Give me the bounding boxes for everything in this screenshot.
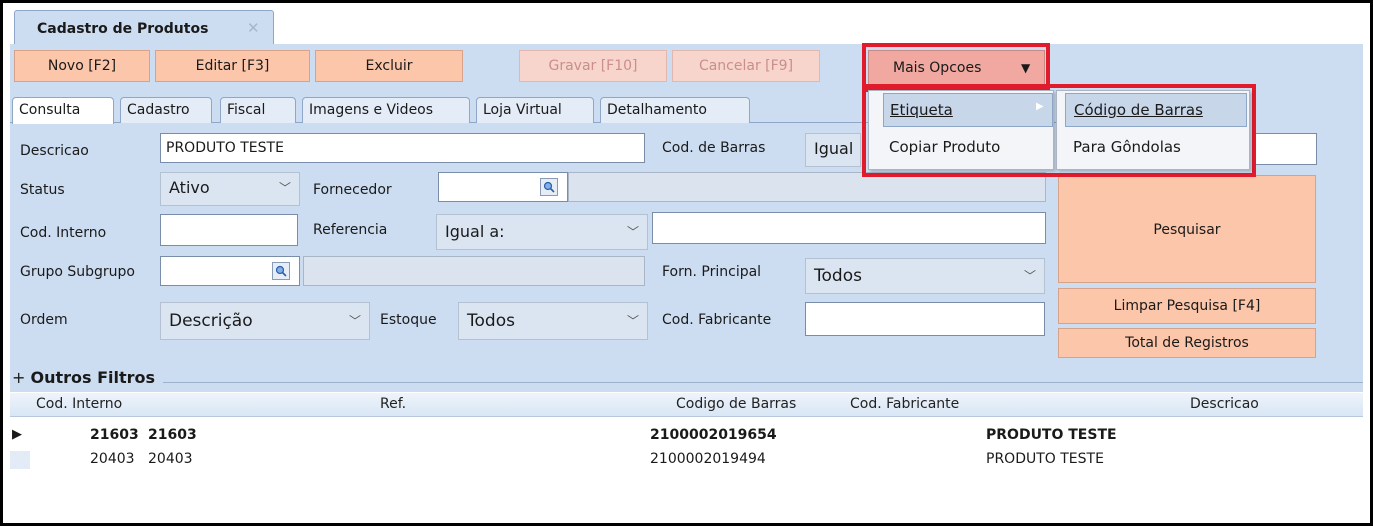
document-tab[interactable]: Cadastro de Produtos ✕ [14,10,274,44]
fornecedor-label: Fornecedor [313,182,392,198]
col-cod-interno[interactable]: Cod. Interno [36,396,122,412]
forn-principal-select[interactable]: Todos ﹀ [805,258,1045,294]
referencia-label: Referencia [313,222,388,238]
expand-icon: + [12,368,26,387]
menu-item-codigo-barras[interactable]: Código de Barras [1065,93,1247,127]
editar-button[interactable]: Editar [F3] [155,50,310,82]
cod-fabricante-label: Cod. Fabricante [662,312,772,328]
menu-item-para-gondolas[interactable]: Para Gôndolas [1065,131,1247,165]
submenu-arrow-icon: ▶ [1036,101,1044,112]
col-codigo-barras[interactable]: Codigo de Barras [676,396,796,412]
cod-barras-label: Cod. de Barras [662,140,766,156]
status-select[interactable]: Ativo ﹀ [160,172,300,206]
cod-interno-label: Cod. Interno [20,225,107,241]
grupo-name-input [303,256,645,286]
cell-ref: 21603 [148,427,197,443]
menu-item-copiar-label: Copiar Produto [889,138,1001,156]
tab-loja-virtual[interactable]: Loja Virtual [476,97,594,123]
close-icon[interactable]: ✕ [247,19,260,37]
chevron-down-icon: ﹀ [1023,269,1036,283]
grupo-subgrupo-label: Grupo Subgrupo [20,264,135,280]
menu-item-etiqueta[interactable]: Etiqueta ▶ [883,93,1053,127]
col-cod-fabricante[interactable]: Cod. Fabricante [850,396,959,412]
estoque-value: Todos [467,311,515,331]
menu-item-etiqueta-label: Etiqueta [890,101,953,119]
document-tab-title: Cadastro de Produtos [37,21,209,37]
chevron-down-icon: ﹀ [626,314,639,328]
etiqueta-submenu: Código de Barras Para Gôndolas [1056,90,1250,170]
ordem-label: Ordem [20,312,68,328]
total-registros-button[interactable]: Total de Registros [1058,328,1316,358]
referencia-input[interactable] [652,212,1046,244]
outros-filtros-label: Outros Filtros [30,368,156,387]
chevron-down-icon: ﹀ [626,225,639,239]
forn-principal-label: Forn. Principal [662,264,762,280]
table-row[interactable]: 20403 20403 2100002019494 PRODUTO TESTE [10,448,1363,472]
menu-item-copiar[interactable]: Copiar Produto [883,131,1053,165]
forn-principal-value: Todos [814,266,862,286]
limpar-pesquisa-button[interactable]: Limpar Pesquisa [F4] [1058,288,1316,324]
cod-fabricante-input[interactable] [805,302,1045,336]
col-ref[interactable]: Ref. [380,396,406,412]
tab-detalhamento[interactable]: Detalhamento [600,97,750,123]
referencia-select-value: Igual a: [445,222,505,241]
search-icon[interactable] [540,178,558,196]
cell-cod-interno: 21603 [90,427,139,443]
novo-button[interactable]: Novo [F2] [14,50,150,82]
outros-filtros-toggle[interactable]: + Outros Filtros [12,368,164,387]
cod-interno-input[interactable] [160,214,298,246]
tab-consulta[interactable]: Consulta [12,97,114,124]
cod-barras-select[interactable]: Igual [805,133,861,167]
ordem-select[interactable]: Descrição ﹀ [160,302,370,340]
row-pointer-icon: ▶ [12,427,22,442]
cell-codigo-barras: 2100002019494 [650,451,766,467]
cod-barras-input[interactable] [1255,133,1317,165]
table-row[interactable]: ▶ 21603 21603 2100002019654 PRODUTO TEST… [10,424,1363,448]
descricao-input[interactable]: PRODUTO TESTE [160,133,645,163]
cancelar-button[interactable]: Cancelar [F9] [672,50,820,82]
menu-item-para-gondolas-label: Para Gôndolas [1073,138,1181,156]
grid-header: Cod. Interno Ref. Codigo de Barras Cod. … [10,393,1363,417]
filtros-divider [12,382,1363,383]
ordem-value: Descrição [169,311,253,331]
mais-opcoes-menu: Etiqueta ▶ Copiar Produto [868,90,1054,170]
gravar-button[interactable]: Gravar [F10] [519,50,667,82]
cell-descricao: PRODUTO TESTE [986,451,1104,467]
chevron-down-icon: ﹀ [278,181,291,195]
chevron-down-icon: ﹀ [348,314,361,328]
cell-descricao: PRODUTO TESTE [986,427,1117,443]
status-value: Ativo [169,178,210,197]
descricao-label: Descricao [20,143,89,159]
search-icon[interactable] [272,262,290,280]
estoque-select[interactable]: Todos ﹀ [458,302,648,340]
cell-cod-interno: 20403 [90,451,135,467]
estoque-label: Estoque [380,312,437,328]
excluir-button[interactable]: Excluir [315,50,463,82]
tab-fiscal[interactable]: Fiscal [220,97,296,123]
cell-ref: 20403 [148,451,193,467]
cell-codigo-barras: 2100002019654 [650,427,777,443]
col-descricao[interactable]: Descricao [1190,396,1259,412]
referencia-select[interactable]: Igual a: ﹀ [436,214,648,250]
menu-item-codigo-barras-label: Código de Barras [1074,101,1203,119]
tab-imagens-videos[interactable]: Imagens e Videos [302,97,470,123]
tab-cadastro[interactable]: Cadastro [120,97,212,123]
status-label: Status [20,182,65,198]
pesquisar-button[interactable]: Pesquisar [1058,175,1316,283]
